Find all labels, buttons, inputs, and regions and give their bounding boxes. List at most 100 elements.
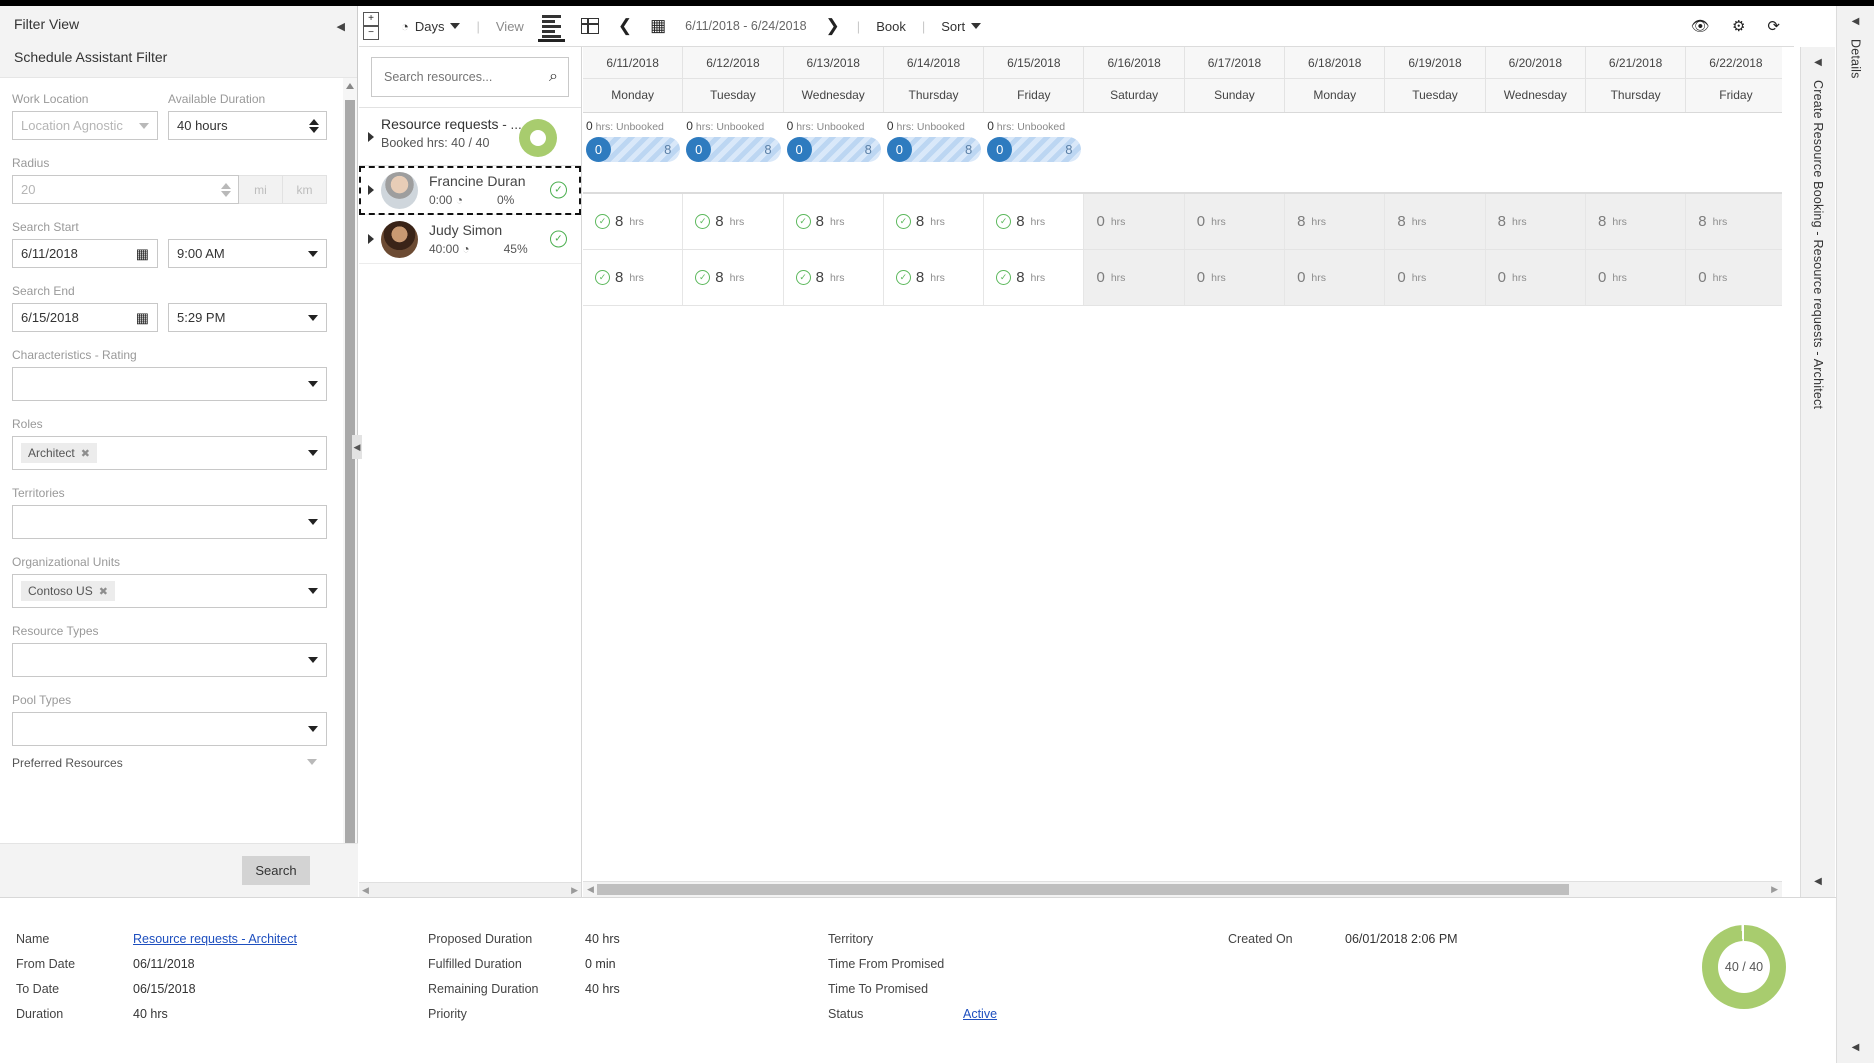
- rail-bottom-arrow-icon[interactable]: ◀: [1814, 876, 1822, 887]
- unit-mi-button[interactable]: mi: [239, 175, 283, 204]
- expand-rail-icon[interactable]: ◀: [1852, 16, 1860, 27]
- available-duration-stepper[interactable]: [309, 118, 319, 133]
- filter-panel-resize-handle[interactable]: ◀: [352, 435, 362, 459]
- resource-list-horizontal-scrollbar[interactable]: ◀ ▶: [359, 882, 581, 897]
- rail-bottom-arrow-icon[interactable]: ◀: [1852, 1042, 1860, 1053]
- calendar-picker-icon[interactable]: ▦: [641, 16, 675, 36]
- resource-search-box[interactable]: ⌕: [371, 57, 569, 97]
- availability-cell[interactable]: 0 hrs: [1285, 250, 1386, 305]
- calendar-horizontal-scrollbar[interactable]: ◀ ▶: [583, 881, 1782, 897]
- availability-cell[interactable]: ✓ 8 hrs: [784, 194, 884, 249]
- territories-select[interactable]: [12, 505, 327, 539]
- preferred-resources-row[interactable]: Preferred Resources: [12, 746, 327, 770]
- role-token[interactable]: Architect ✖: [21, 443, 97, 463]
- org-unit-token[interactable]: Contoso US ✖: [21, 581, 115, 601]
- remove-token-icon[interactable]: ✖: [99, 585, 108, 598]
- expand-rail-icon[interactable]: ◀: [1814, 57, 1822, 68]
- filter-panel-scrollbar[interactable]: [343, 78, 357, 860]
- availability-cell[interactable]: 8 hrs: [1585, 194, 1687, 249]
- days-dropdown[interactable]: ◔ Days: [393, 6, 468, 47]
- availability-cell[interactable]: ✓ 8 hrs: [884, 194, 985, 249]
- availability-cell[interactable]: ✓ 8 hrs: [583, 250, 684, 305]
- scroll-left-icon[interactable]: ◀: [362, 885, 369, 896]
- search-end-date-input[interactable]: 6/15/2018 ▦: [12, 303, 158, 332]
- capacity-bar[interactable]: 08: [686, 137, 781, 162]
- radius-stepper[interactable]: [221, 182, 231, 197]
- pool-types-select[interactable]: [12, 712, 327, 746]
- scroll-left-icon[interactable]: ◀: [587, 884, 594, 895]
- eye-icon[interactable]: 👁: [1691, 17, 1710, 35]
- expand-triangle-icon[interactable]: [368, 234, 374, 244]
- availability-cell[interactable]: 0 hrs: [1084, 250, 1185, 305]
- availability-cell[interactable]: 0 hrs: [1084, 194, 1185, 249]
- availability-cell[interactable]: 0 hrs: [1585, 250, 1687, 305]
- remove-token-icon[interactable]: ✖: [81, 447, 90, 460]
- detail-value[interactable]: Active: [963, 1007, 997, 1021]
- summary-cell[interactable]: 0 hrs: Unbooked 0 8: [583, 113, 683, 192]
- expand-all-icon[interactable]: +: [363, 12, 379, 26]
- capacity-bar[interactable]: 08: [987, 137, 1082, 162]
- availability-cell[interactable]: 8 hrs: [1285, 194, 1386, 249]
- calendar-icon[interactable]: ▦: [136, 245, 149, 262]
- roles-select[interactable]: Architect ✖: [12, 436, 327, 470]
- availability-cell[interactable]: 8 hrs: [1485, 194, 1586, 249]
- availability-cell[interactable]: 0 hrs: [1184, 250, 1286, 305]
- resource-request-row[interactable]: Resource requests - ... Booked hrs: 40 /…: [359, 107, 581, 166]
- search-icon[interactable]: ⌕: [549, 68, 558, 86]
- search-input[interactable]: [382, 69, 558, 85]
- scrollbar-thumb[interactable]: [345, 100, 355, 860]
- availability-cell[interactable]: 0 hrs: [1686, 250, 1782, 305]
- availability-cell[interactable]: ✓ 8 hrs: [683, 194, 784, 249]
- summary-cell[interactable]: 0 hrs: Unbooked 0 8: [884, 113, 984, 192]
- book-button[interactable]: Book: [868, 6, 914, 47]
- scrollbar-thumb[interactable]: [597, 884, 1569, 895]
- availability-cell[interactable]: 8 hrs: [1686, 194, 1782, 249]
- organizational-units-select[interactable]: Contoso US ✖: [12, 574, 327, 608]
- calendar-icon[interactable]: ▦: [136, 309, 149, 326]
- availability-cell[interactable]: ✓ 8 hrs: [984, 194, 1085, 249]
- scrollbar-track[interactable]: [597, 884, 1768, 895]
- expand-collapse-group[interactable]: + −: [363, 12, 379, 40]
- scroll-right-icon[interactable]: ▶: [1771, 884, 1778, 895]
- search-end-time-input[interactable]: 5:29 PM: [168, 303, 327, 332]
- details-rail[interactable]: ◀ Details ◀: [1836, 6, 1874, 1063]
- availability-cell[interactable]: ✓ 8 hrs: [784, 250, 884, 305]
- resource-types-select[interactable]: [12, 643, 327, 677]
- capacity-bar[interactable]: 08: [786, 137, 881, 162]
- expand-triangle-icon[interactable]: [368, 185, 374, 195]
- radius-input[interactable]: 20: [12, 175, 239, 204]
- create-resource-booking-rail[interactable]: ◀ Create Resource Booking - Resource req…: [1800, 47, 1835, 897]
- availability-cell[interactable]: ✓ 8 hrs: [884, 250, 985, 305]
- availability-cell[interactable]: 0 hrs: [1485, 250, 1586, 305]
- search-start-time-input[interactable]: 9:00 AM: [168, 239, 327, 268]
- grid-view-button[interactable]: [571, 6, 609, 47]
- availability-cell[interactable]: 0 hrs: [1184, 194, 1286, 249]
- resource-row-judy-simon[interactable]: Judy Simon 40:00 ◔ 45% ✓: [359, 215, 581, 264]
- availability-cell[interactable]: 8 hrs: [1385, 194, 1486, 249]
- summary-cell[interactable]: 0 hrs: Unbooked 0 8: [683, 113, 783, 192]
- availability-cell[interactable]: ✓ 8 hrs: [683, 250, 784, 305]
- summary-cell[interactable]: 0 hrs: Unbooked 0 8: [984, 113, 1084, 192]
- availability-cell[interactable]: 0 hrs: [1385, 250, 1486, 305]
- availability-cell[interactable]: ✓ 8 hrs: [583, 194, 684, 249]
- collapse-filter-icon[interactable]: ◀: [337, 20, 345, 33]
- scroll-up-icon[interactable]: [346, 83, 354, 89]
- search-button[interactable]: Search: [242, 856, 310, 885]
- availability-cell[interactable]: ✓ 8 hrs: [984, 250, 1085, 305]
- characteristics-rating-select[interactable]: [12, 367, 327, 401]
- capacity-bar[interactable]: 08: [586, 137, 681, 162]
- refresh-icon[interactable]: ⟳: [1767, 17, 1780, 35]
- list-view-button[interactable]: [532, 6, 571, 47]
- available-duration-input[interactable]: 40 hours: [168, 111, 327, 140]
- search-start-date-input[interactable]: 6/11/2018 ▦: [12, 239, 158, 268]
- sort-dropdown[interactable]: Sort: [933, 6, 989, 47]
- gear-icon[interactable]: ⚙: [1732, 17, 1745, 35]
- resource-row-francine-duran[interactable]: Francine Duran 0:00 ◔ 0% ✓: [359, 166, 581, 215]
- expand-triangle-icon[interactable]: [368, 131, 374, 142]
- detail-value[interactable]: Resource requests - Architect: [133, 932, 297, 946]
- prev-period-button[interactable]: ❮: [609, 16, 641, 36]
- work-location-select[interactable]: Location Agnostic: [12, 111, 158, 140]
- summary-cell[interactable]: 0 hrs: Unbooked 0 8: [784, 113, 884, 192]
- scroll-right-icon[interactable]: ▶: [571, 885, 578, 896]
- capacity-bar[interactable]: 08: [886, 137, 982, 162]
